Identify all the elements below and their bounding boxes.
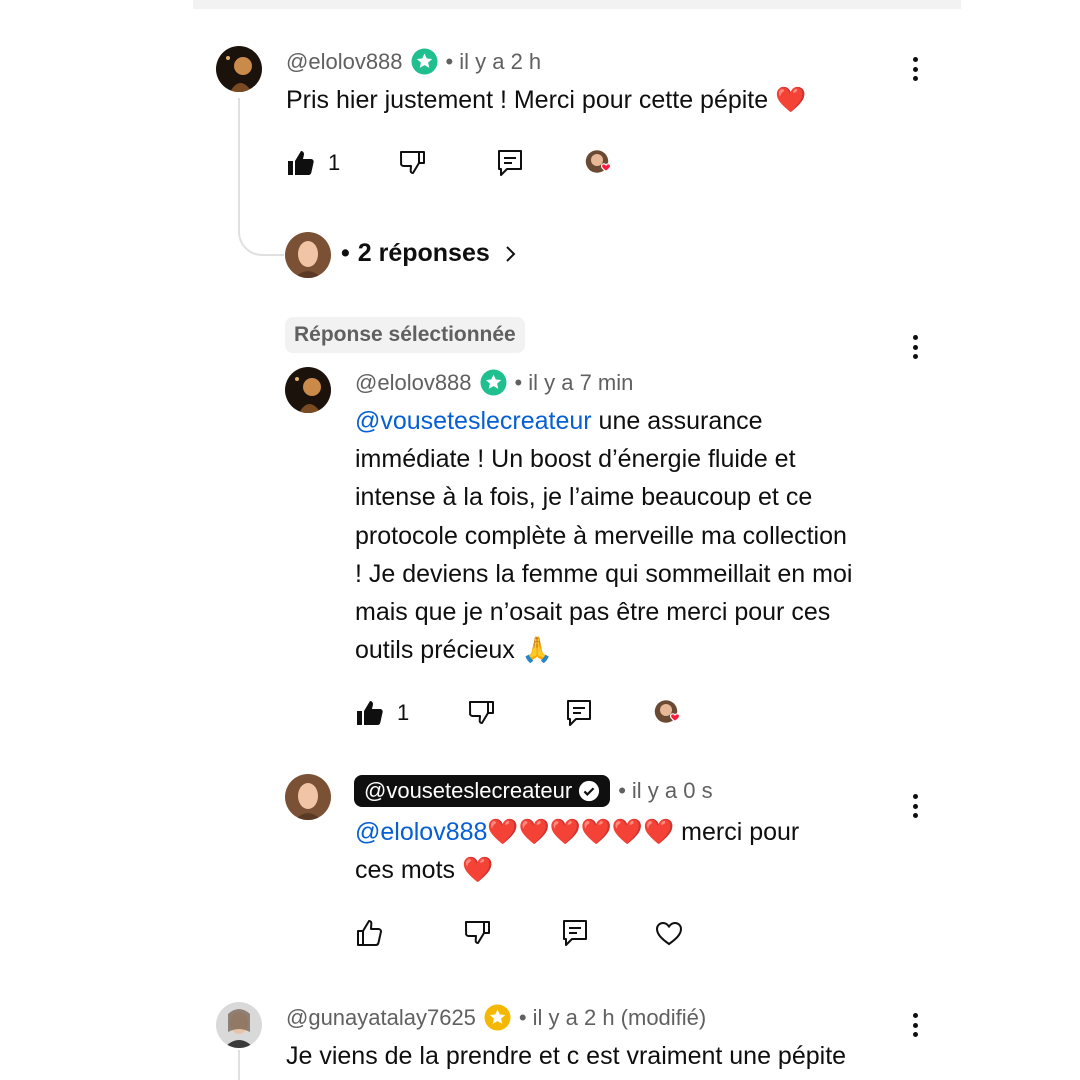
- creator-reply-text: @elolov888❤️❤️❤️❤️❤️❤️ merci pour ces mo…: [355, 813, 799, 889]
- comment-1-meta: @elolov888 • il y a 2 h: [286, 48, 542, 75]
- reply-line: immédiate ! Un boost d’énergie fluide et: [355, 445, 796, 474]
- creator-author-chip[interactable]: @vouseteslecreateur: [354, 775, 611, 807]
- avatar-vouseteslecreateur: [285, 232, 331, 278]
- like-count: 1: [397, 700, 410, 725]
- reply-line: mais que je n’osait pas être merci pour …: [355, 598, 831, 627]
- reply-button[interactable]: [564, 698, 594, 728]
- selected-reply-meta: @elolov888 • il y a 7 min: [355, 369, 634, 396]
- green-star-badge-icon: [411, 48, 438, 75]
- hearts-emoji: ❤️❤️❤️❤️❤️❤️: [487, 818, 675, 846]
- praying-hands-emoji: 🙏: [521, 636, 553, 665]
- reply-line: ces mots: [355, 856, 456, 885]
- reply-time: il y a 0 s: [631, 778, 713, 803]
- comment-1-text: Pris hier justement ! Merci pour cette p…: [286, 81, 806, 119]
- comment-2-meta: @gunayatalay7625 • il y a 2 h (modifié): [286, 1004, 707, 1031]
- avatar-elolov888[interactable]: [216, 46, 262, 92]
- thread-connector-line: [238, 1050, 240, 1080]
- selected-reply-text: @vouseteslecreateur une assurance immédi…: [355, 402, 915, 669]
- reply-line: intense à la fois, je l’aime beaucoup et…: [355, 483, 813, 512]
- replies-count: 2 réponses: [357, 239, 490, 267]
- mention-link[interactable]: @elolov888: [355, 818, 487, 846]
- reply-line: merci pour: [674, 818, 800, 846]
- selected-reply-more-icon[interactable]: [909, 335, 921, 359]
- thumbs-down-icon: [400, 151, 426, 174]
- creator-heart-avatar-icon: [586, 150, 612, 173]
- like-button[interactable]: [355, 918, 385, 948]
- selected-reply-actions: 1: [355, 698, 684, 728]
- reply-line: outils précieux: [355, 636, 515, 665]
- selected-reply-chip: Réponse sélectionnée: [285, 317, 525, 353]
- replies-toggle-button[interactable]: • 2 réponses: [341, 239, 520, 268]
- heart-emoji: ❤️: [461, 856, 494, 885]
- comment-author[interactable]: @elolov888: [286, 49, 403, 75]
- avatar-vouseteslecreateur[interactable]: [285, 774, 331, 820]
- creator-reply-more-icon[interactable]: [909, 794, 921, 818]
- creator-reply-meta: @vouseteslecreateur • il y a 0 s: [354, 775, 713, 807]
- reply-comment-icon: [498, 150, 523, 176]
- reply-time: il y a 7 min: [528, 369, 634, 395]
- reply-comment-icon: [567, 700, 592, 726]
- heart-emoji: ❤️: [775, 86, 807, 114]
- comment-time: il y a 2 h (modifié): [532, 1004, 707, 1030]
- dislike-button[interactable]: [466, 698, 496, 728]
- gold-star-badge-icon: [484, 1004, 511, 1031]
- chevron-right-icon: [506, 245, 516, 262]
- comment-time: il y a 2 h: [459, 48, 542, 74]
- reply-line: une assurance: [591, 407, 763, 435]
- thumbs-down-icon: [465, 921, 490, 944]
- thumbs-up-filled-icon: [288, 151, 314, 175]
- creator-heart-avatar-icon: [655, 700, 681, 723]
- thumbs-up-filled-icon: [357, 701, 383, 725]
- reply-button[interactable]: [495, 148, 525, 178]
- reply-line: ! Je deviens la femme qui sommeillait en…: [355, 559, 853, 588]
- verified-check-icon: [579, 780, 600, 802]
- creator-author: @vouseteslecreateur: [364, 778, 573, 803]
- comment-1-more-icon[interactable]: [909, 57, 921, 81]
- reply-comment-icon: [563, 920, 587, 946]
- thread-connector-line: [238, 98, 284, 256]
- reply-author[interactable]: @elolov888: [355, 370, 472, 396]
- thumbs-up-icon: [357, 920, 382, 946]
- reply-line: protocole complète à merveille ma collec…: [355, 521, 847, 550]
- creator-reply-actions: [355, 918, 684, 948]
- heart-button[interactable]: [654, 918, 684, 948]
- comment-text: Pris hier justement ! Merci pour cette p…: [286, 86, 769, 114]
- avatar-elolov888[interactable]: [285, 367, 331, 413]
- green-star-badge-icon: [480, 369, 507, 396]
- comment-1-actions: 1: [286, 148, 615, 178]
- comment-2-text: Je viens de la prendre et c est vraiment…: [286, 1042, 847, 1070]
- reply-button[interactable]: [560, 918, 590, 948]
- top-divider-bar: [193, 0, 961, 9]
- dislike-button[interactable]: [397, 148, 427, 178]
- mention-link[interactable]: @vouseteslecreateur: [355, 407, 592, 435]
- comment-author[interactable]: @gunayatalay7625: [286, 1005, 476, 1031]
- like-count: 1: [328, 150, 341, 175]
- creator-heart-button[interactable]: [654, 698, 684, 728]
- dislike-button[interactable]: [462, 918, 492, 948]
- comment-2-more-icon[interactable]: [909, 1013, 921, 1037]
- like-button[interactable]: 1: [355, 698, 409, 728]
- heart-outline-icon: [655, 921, 683, 946]
- avatar-gunayatalay7625[interactable]: [216, 1002, 262, 1048]
- like-button[interactable]: 1: [286, 148, 340, 178]
- creator-heart-button[interactable]: [585, 148, 615, 178]
- thumbs-down-icon: [469, 701, 495, 724]
